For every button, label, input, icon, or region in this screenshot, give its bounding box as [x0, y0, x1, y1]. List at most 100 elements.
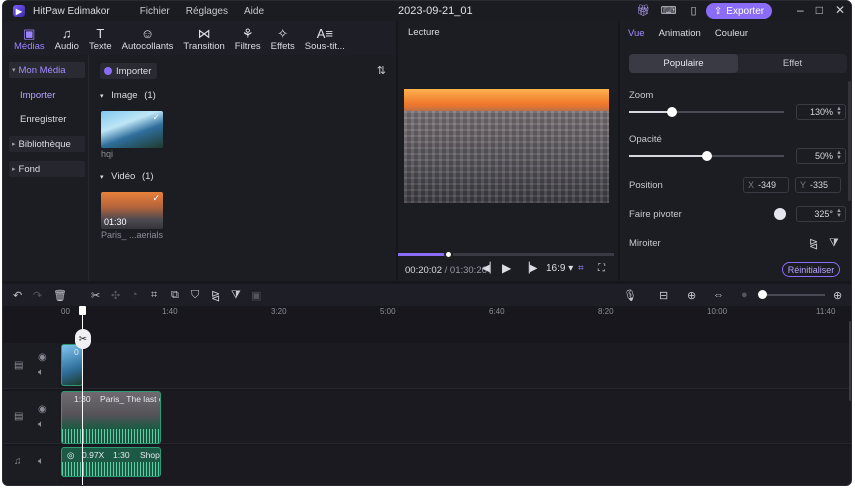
menu-file[interactable]: Fichier — [140, 6, 170, 17]
speed-icon[interactable]: ◔ — [131, 289, 138, 301]
properties-scrollbar[interactable] — [848, 81, 851, 201]
crop-tool-icon[interactable]: ⌗ — [151, 289, 157, 302]
menu-help[interactable]: Aide — [244, 6, 264, 17]
keyboard-icon[interactable]: ⌨ — [661, 3, 677, 18]
maximize-icon[interactable]: □ — [816, 3, 823, 17]
timeline-scrollbar[interactable] — [849, 321, 851, 401]
zoom-in-icon[interactable]: ⊕ — [833, 289, 842, 302]
undo-icon[interactable]: ↶ — [13, 289, 22, 302]
scissors-icon[interactable]: ✂ — [75, 329, 91, 349]
rotate-label: Faire pivoter — [629, 209, 682, 220]
replace-icon[interactable]: ⧉ — [171, 289, 179, 302]
image-clip-label: 0 — [74, 347, 79, 357]
tab-subtitles[interactable]: A≡ Sous-tit... — [300, 26, 350, 55]
tab-audio[interactable]: ♫ Audio — [50, 26, 84, 55]
split-icon[interactable]: ✂ — [91, 289, 100, 302]
position-x-field[interactable]: X -349 — [743, 177, 789, 193]
tab-animation[interactable]: Animation — [659, 28, 701, 39]
progress-handle[interactable] — [443, 250, 453, 259]
sidebar-item-my-media[interactable]: ▾ Mon Média — [9, 62, 85, 78]
zoom-value-field[interactable]: 130% ▲ ▼ — [796, 104, 846, 120]
tab-filters[interactable]: ⚘ Filtres — [230, 26, 266, 55]
video-thumbnail[interactable]: ✓ 01:30 — [101, 192, 163, 229]
play-icon[interactable]: ▶ — [502, 261, 511, 275]
playhead-handle[interactable] — [79, 306, 86, 315]
fit-timeline-icon[interactable]: ⇔ — [713, 289, 724, 301]
flip-horizontal-icon[interactable]: ⧎ — [809, 237, 818, 250]
timeline-zoom-handle[interactable] — [758, 290, 767, 299]
opacity-value: 50% — [814, 151, 833, 161]
segment-popular[interactable]: Populaire — [629, 54, 738, 73]
stepper-icon[interactable]: ▲ ▼ — [836, 106, 842, 117]
speaker-icon[interactable]: 🔈︎ — [38, 456, 44, 467]
redo-icon[interactable]: ↷ — [33, 289, 42, 302]
reset-button[interactable]: Réinitialiser — [782, 262, 840, 277]
stepper-icon[interactable]: ▲ ▼ — [836, 208, 842, 219]
eye-icon[interactable]: ◉ — [38, 404, 47, 415]
mirror-icon[interactable]: ⧎ — [211, 289, 220, 302]
zoom-slider-handle[interactable] — [667, 107, 678, 117]
gift-icon[interactable]: 🎁︎ — [636, 3, 651, 18]
fullscreen-icon[interactable]: ⛶ — [598, 263, 605, 274]
rotate-dial-icon[interactable] — [774, 208, 786, 220]
sidebar-item-record[interactable]: Enregistrer — [9, 111, 85, 127]
snap-icon[interactable]: ⊕ — [687, 289, 696, 302]
ruler-label: 3:20 — [271, 307, 287, 316]
segment-effect[interactable]: Effet — [738, 54, 847, 73]
menu-settings[interactable]: Réglages — [186, 6, 228, 17]
delete-icon[interactable]: 🗑︎ — [53, 289, 67, 302]
import-button[interactable]: Importer — [100, 63, 157, 79]
sidebar-item-library[interactable]: ▸ Bibliothèque — [9, 136, 85, 152]
time-display: 00:20:02 / 01:30:26 — [405, 265, 487, 276]
opacity-slider[interactable] — [629, 151, 784, 161]
crop-icon[interactable]: ⌗ — [578, 263, 584, 274]
speaker-icon[interactable]: 🔈︎ — [38, 419, 44, 430]
tab-media[interactable]: ▣ Médias — [9, 26, 50, 55]
playback-progress[interactable] — [398, 250, 614, 259]
eye-icon[interactable]: ◉ — [38, 352, 47, 363]
flip-icon[interactable]: ⧩ — [231, 289, 241, 302]
export-button[interactable]: ⇪ Exporter — [706, 3, 772, 19]
rotate-value-field[interactable]: 325° ▲ ▼ — [796, 206, 846, 222]
sort-icon[interactable]: ⇅ — [377, 64, 386, 77]
video-frame[interactable] — [404, 89, 609, 203]
timeline-zoom-slider[interactable] — [761, 294, 825, 296]
tab-effects[interactable]: ✧ Effets — [266, 26, 300, 55]
track-type-icon: ▤ — [14, 411, 24, 422]
zoom-slider[interactable] — [629, 107, 784, 117]
export-frame-icon[interactable]: ▣ — [251, 289, 261, 302]
video-clip[interactable]: 1:30 Paris_ The last c — [61, 391, 161, 444]
tab-transition[interactable]: ⋈ Transition — [178, 26, 229, 55]
flip-vertical-icon[interactable]: ⧩ — [829, 237, 839, 250]
image-section-header[interactable]: ▾ Image (1) — [100, 90, 156, 101]
minimize-icon[interactable]: – — [797, 3, 804, 17]
zoom-out-icon[interactable]: ● — [741, 289, 748, 301]
opacity-value-field[interactable]: 50% ▲ ▼ — [796, 148, 846, 164]
book-icon[interactable]: ▯ — [686, 3, 701, 18]
speaker-icon[interactable]: 🔈︎ — [38, 367, 44, 378]
audio-clip-duration: 1:30 — [113, 450, 130, 460]
image-thumbnail[interactable]: ✓ — [101, 111, 163, 148]
image-clip[interactable]: 0 — [61, 344, 83, 386]
next-frame-icon[interactable]: ▕▶ — [522, 263, 537, 274]
split-screen-icon[interactable]: ⊟ — [659, 289, 668, 302]
close-icon[interactable]: ✕ — [835, 3, 845, 17]
opacity-slider-handle[interactable] — [701, 151, 712, 161]
position-y-field[interactable]: Y -335 — [795, 177, 841, 193]
timeline-ruler[interactable]: 00 1:40 3:20 5:00 6:40 8:20 10:00 11:40 — [59, 306, 851, 318]
sidebar-item-background[interactable]: ▸ Fond — [9, 161, 85, 177]
video-section-header[interactable]: ▾ Vidéo (1) — [100, 171, 154, 182]
previous-frame-icon[interactable]: ◀▏ — [482, 263, 497, 274]
tab-color[interactable]: Couleur — [715, 28, 748, 39]
audio-clip[interactable]: ◎ 0.97X 1:30 Shop — [61, 447, 161, 477]
tab-stickers[interactable]: ☺ Autocollants — [117, 26, 179, 55]
aspect-ratio-select[interactable]: 16:9 ▾ — [546, 263, 573, 274]
sidebar-item-import[interactable]: Importer — [9, 87, 85, 103]
freeze-icon[interactable]: ✣ — [111, 289, 120, 302]
stepper-icon[interactable]: ▲ ▼ — [836, 150, 842, 161]
progress-fill — [398, 253, 448, 256]
tab-view[interactable]: Vue — [628, 28, 645, 39]
microphone-icon[interactable]: 🎙︎ — [623, 289, 637, 302]
mask-icon[interactable]: ⛉ — [191, 289, 199, 302]
tab-text[interactable]: T Texte — [84, 26, 117, 55]
